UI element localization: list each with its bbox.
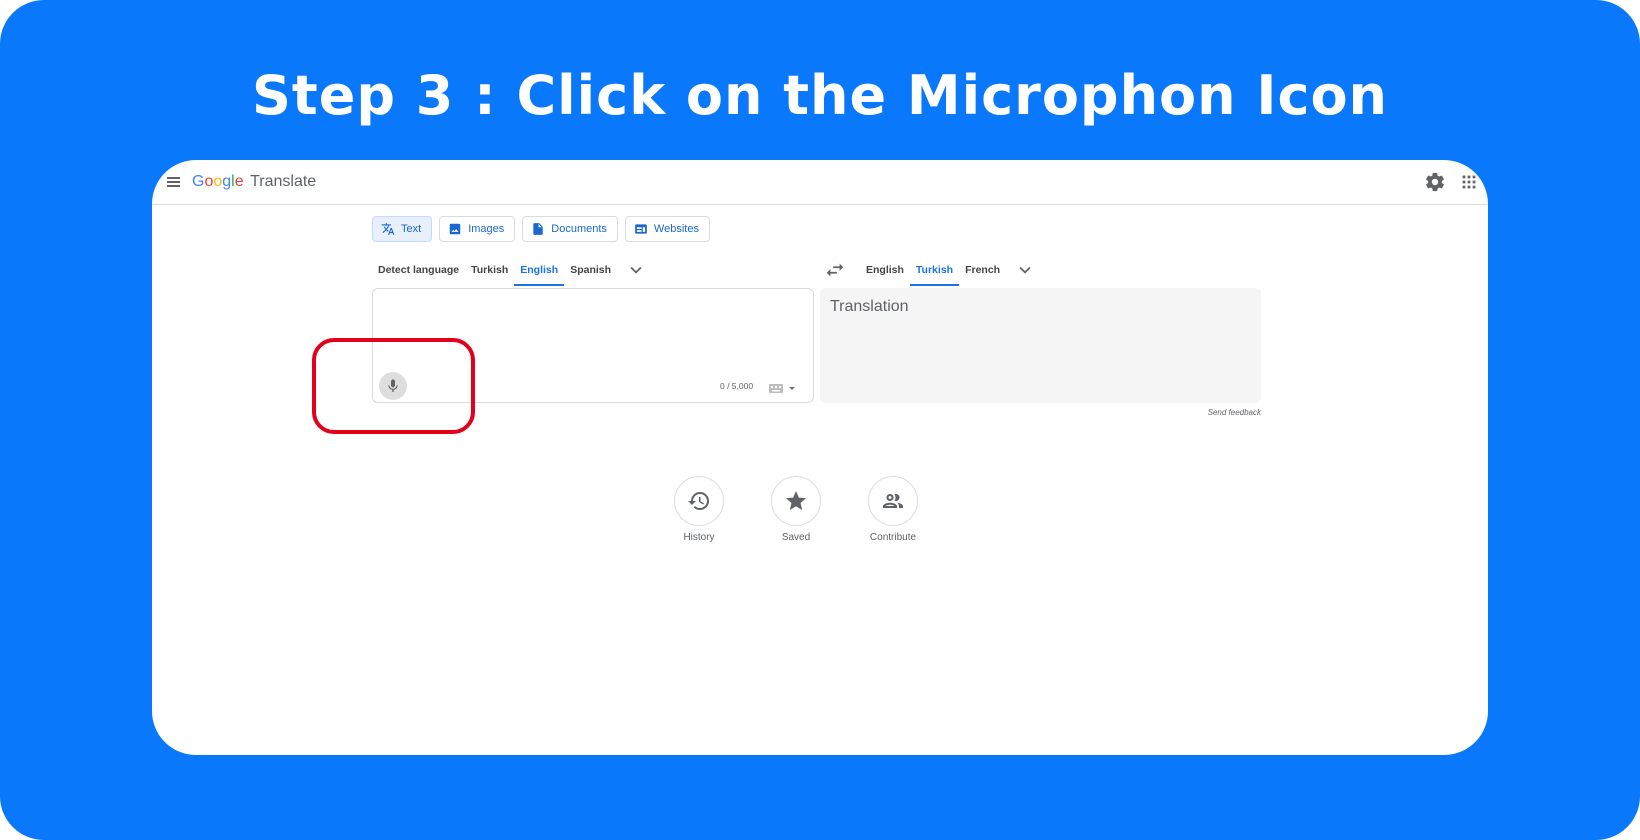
saved-label: Saved bbox=[781, 532, 811, 543]
source-lang-english[interactable]: English bbox=[514, 256, 565, 286]
google-translate-logo[interactable]: Google Translate bbox=[192, 172, 316, 192]
send-feedback-link[interactable]: Send feedback bbox=[1164, 408, 1261, 417]
tab-websites[interactable]: Websites bbox=[624, 216, 710, 242]
website-icon bbox=[635, 224, 647, 234]
character-count: 0 / 5,000 bbox=[720, 381, 754, 391]
translate-icon bbox=[381, 223, 395, 235]
menu-icon[interactable] bbox=[164, 172, 184, 192]
target-lang-turkish[interactable]: Turkish bbox=[909, 256, 960, 286]
tab-websites-label: Websites bbox=[653, 223, 699, 235]
tab-images-label: Images bbox=[468, 223, 505, 235]
tab-images[interactable]: Images bbox=[439, 216, 516, 242]
tutorial-frame: Step 3 : Click on the Microphon Icon Goo… bbox=[0, 0, 1640, 840]
target-lang-english[interactable]: English bbox=[860, 256, 910, 284]
source-language-bar: Detect language Turkish English Spanish bbox=[372, 256, 647, 286]
source-lang-detect[interactable]: Detect language bbox=[372, 256, 465, 284]
chevron-down-icon[interactable] bbox=[1014, 259, 1036, 281]
apps-grid-icon[interactable] bbox=[1458, 171, 1480, 193]
chevron-down-icon[interactable] bbox=[625, 259, 647, 281]
translation-panel: Translation bbox=[820, 288, 1261, 403]
translation-placeholder: Translation bbox=[830, 298, 909, 315]
keyboard-icon[interactable] bbox=[769, 382, 801, 394]
history-button[interactable]: History bbox=[659, 476, 739, 543]
target-language-bar: English Turkish French bbox=[860, 256, 1036, 286]
saved-circle bbox=[771, 476, 821, 526]
logo-letter: e bbox=[234, 173, 244, 190]
logo-letter: G bbox=[192, 173, 205, 190]
tab-text[interactable]: Text bbox=[372, 216, 433, 242]
google-translate-window: Google Translate Text Images Documents W… bbox=[152, 160, 1488, 755]
step-title: Step 3 : Click on the Microphon Icon bbox=[251, 64, 1388, 127]
top-bar: Google Translate bbox=[152, 160, 1488, 205]
tab-text-label: Text bbox=[401, 223, 422, 235]
microphone-highlight-annotation bbox=[312, 338, 475, 434]
tab-documents-label: Documents bbox=[551, 223, 607, 235]
logo-letter: g bbox=[222, 173, 232, 190]
source-lang-spanish[interactable]: Spanish bbox=[564, 256, 617, 284]
contribute-icon bbox=[883, 494, 903, 508]
saved-button[interactable]: Saved bbox=[756, 476, 836, 543]
logo-letter: o bbox=[213, 173, 223, 190]
product-name: Translate bbox=[250, 173, 317, 190]
contribute-circle bbox=[868, 476, 918, 526]
mode-tabs: Text Images Documents Websites bbox=[372, 216, 710, 242]
image-icon bbox=[449, 223, 461, 235]
history-circle bbox=[674, 476, 724, 526]
target-lang-french[interactable]: French bbox=[959, 256, 1006, 284]
contribute-label: Contribute bbox=[869, 532, 917, 543]
contribute-button[interactable]: Contribute bbox=[853, 476, 933, 543]
document-icon bbox=[533, 223, 543, 235]
settings-icon[interactable] bbox=[1424, 171, 1446, 193]
star-icon bbox=[786, 491, 806, 510]
swap-languages-icon[interactable] bbox=[824, 259, 846, 281]
history-label: History bbox=[683, 532, 715, 543]
history-icon bbox=[688, 492, 709, 510]
source-lang-turkish[interactable]: Turkish bbox=[465, 256, 514, 284]
tab-documents[interactable]: Documents bbox=[522, 216, 618, 242]
